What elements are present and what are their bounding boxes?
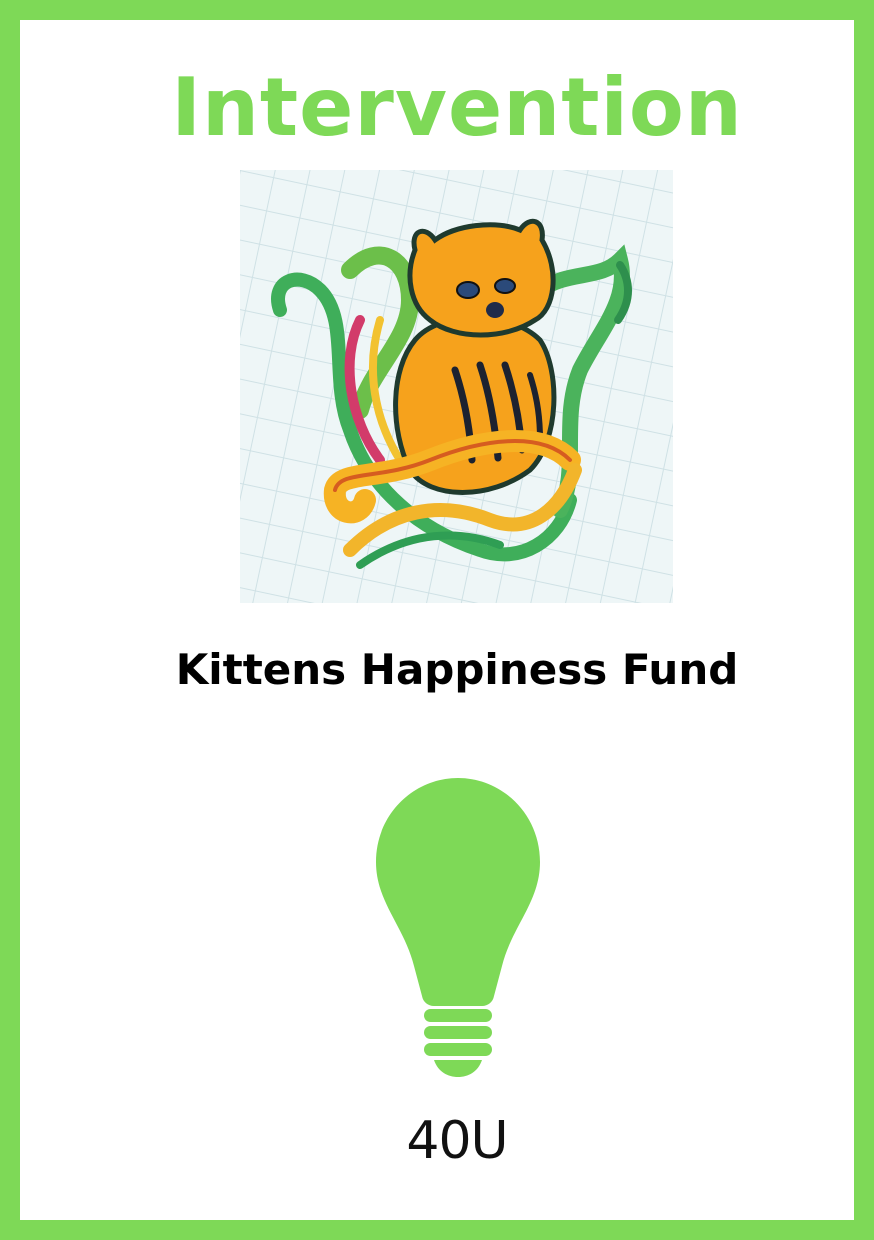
card-title: Intervention <box>171 61 743 154</box>
lightbulb-icon <box>376 778 540 1077</box>
card-name: Kittens Happiness Fund <box>175 645 739 694</box>
kitten-illustration <box>240 170 673 603</box>
intervention-card: Intervention Kittens Happiness Fund 40U <box>0 0 874 1240</box>
card-cost: 40U <box>406 1111 508 1171</box>
